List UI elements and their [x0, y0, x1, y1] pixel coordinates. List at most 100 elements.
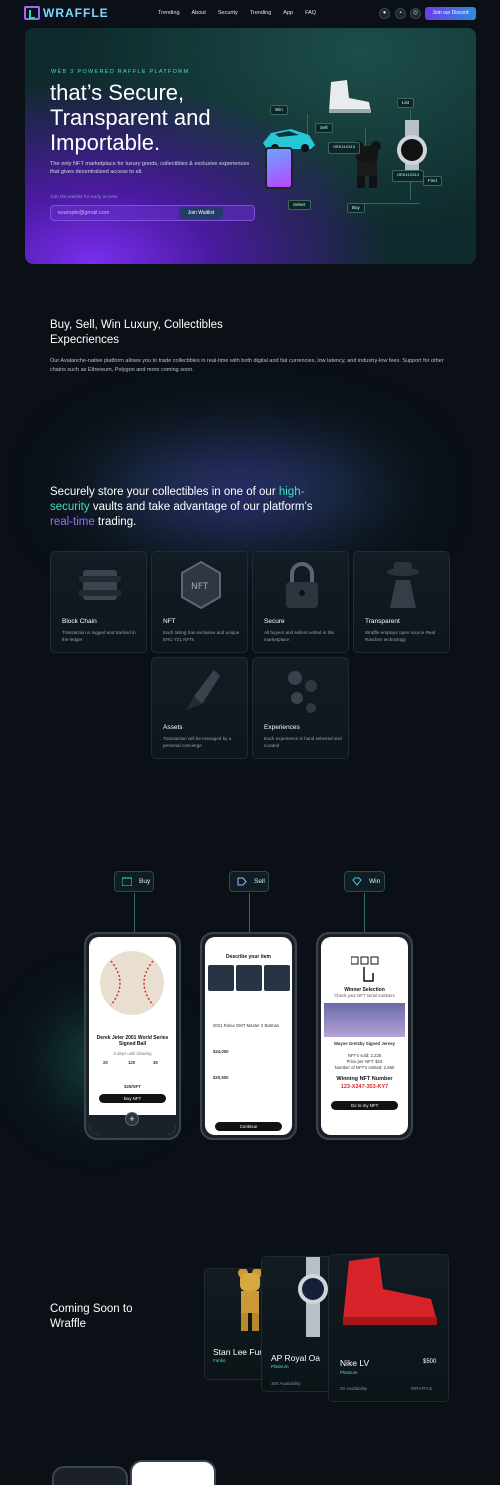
nft-icon: NFT	[181, 560, 221, 610]
add-icon[interactable]: +	[125, 1112, 139, 1126]
waitlist-label: Join the waitlist for early access	[50, 195, 118, 200]
coming-card-nike[interactable]: Nike LV $500 Platinum 20 Availability WR…	[328, 1254, 449, 1402]
nav-link-security[interactable]: Security	[218, 10, 238, 16]
logo-icon	[24, 6, 40, 20]
node-find[interactable]: Find	[423, 176, 442, 186]
price-field[interactable]: $24,000	[213, 1049, 229, 1055]
spy-icon	[387, 562, 419, 608]
feature-card-secure: Secure All buyers and sellers vetted in …	[252, 551, 349, 653]
connector-line	[134, 893, 135, 933]
security-heading-part: our platform’s	[243, 501, 313, 513]
phone-buy-screen: Derek Jeter 2001 World Series Signed Bal…	[89, 937, 176, 1135]
watch-thumb[interactable]	[264, 965, 290, 991]
item-name: 2021 Rolex GMT Master 2 Batman	[213, 1023, 280, 1028]
drawing-countdown: 8 days until drawing	[113, 1051, 152, 1056]
step-sell[interactable]: Sell	[229, 871, 269, 892]
nav-link-trending[interactable]: Trending	[158, 10, 180, 16]
coming-soon-heading: Coming Soon to Wraffle	[50, 1303, 133, 1330]
buy-nft-button[interactable]: Buy NFT	[99, 1094, 166, 1103]
feature-card-experiences: Experiences Each experience is hand sele…	[252, 657, 349, 759]
winning-label: Winning NFT Number	[336, 1076, 393, 1082]
tag-icon	[237, 877, 247, 886]
rocket-icon	[186, 670, 220, 710]
card-desc: Transaction is logged and tracked in the…	[62, 630, 136, 642]
node-list[interactable]: List	[397, 98, 415, 108]
buysell-heading: Buy, Sell, Win Luxury, Collectibles Expe…	[50, 319, 223, 346]
nav-link-app[interactable]: App	[283, 10, 293, 16]
discord-button[interactable]: Join our Discord	[425, 7, 476, 20]
phone-sell: Describe your item 2021 Rolex GMT Master…	[200, 932, 297, 1140]
node-buy-label: Buy	[352, 205, 360, 210]
connector-line	[360, 203, 420, 204]
price-per-nft: $25/NFT	[124, 1084, 141, 1089]
step-win-label: Win	[369, 878, 381, 885]
phone-sell-screen: Describe your item 2021 Rolex GMT Master…	[205, 937, 292, 1135]
feature-card-nft: NFT NFT Each listing has exclusive and u…	[151, 551, 248, 653]
nav-link-about[interactable]: About	[192, 10, 206, 16]
instagram-icon[interactable]: ◎	[410, 8, 421, 19]
card-brand: WRAFFLE	[411, 1386, 433, 1391]
nft-code-tag: OEK11X313	[392, 170, 424, 182]
node-sell[interactable]: Sell	[315, 123, 333, 133]
phone-image	[265, 147, 293, 189]
card-desc: Wraffle employs open source Real Random …	[365, 630, 436, 642]
nav-link-faq[interactable]: FAQ	[305, 10, 316, 16]
nft-code-2: OEK11X313	[397, 172, 419, 177]
watch-image	[298, 1257, 328, 1337]
card-desc: All buyers and sellers vetted in the mar…	[264, 630, 334, 642]
price-field[interactable]: $20,500	[213, 1075, 229, 1081]
watch-thumb[interactable]	[236, 965, 262, 991]
node-select[interactable]: Select	[288, 200, 311, 210]
card-title: Assets	[163, 724, 183, 731]
card-desc: Each experience is hand selected and cur…	[264, 736, 342, 748]
stat-value: 120	[128, 1060, 136, 1065]
card-sub: Platinum	[271, 1364, 289, 1369]
card-availability: 20 Availability	[340, 1386, 368, 1391]
coming-card-ap[interactable]: AP Royal Oa Platinum 300 Availability	[261, 1256, 337, 1392]
lock-icon	[286, 562, 318, 608]
security-heading-highlight: real-time	[50, 516, 95, 528]
github-icon[interactable]: ●	[379, 8, 390, 19]
screen-title: Describe your item	[225, 954, 272, 960]
node-buy[interactable]: Buy	[347, 203, 365, 213]
card-name: AP Royal Oa	[271, 1353, 320, 1363]
feature-card-assets: Assets Transaction will be managed by a …	[151, 657, 248, 759]
step-buy[interactable]: Buy	[114, 871, 154, 892]
security-heading: Securely store your collectibles in one …	[50, 485, 320, 530]
linkedin-icon[interactable]: ▪	[395, 8, 406, 19]
hero-description: The only NFT marketplace for luxury good…	[50, 161, 250, 175]
email-field[interactable]: example@gmail.com	[50, 205, 255, 221]
continue-button[interactable]: Continue	[215, 1122, 282, 1131]
nav-link-trending-2[interactable]: Trending	[250, 10, 272, 16]
stat-value: 35	[153, 1060, 158, 1065]
go-to-my-nft-button[interactable]: Go to my NFT	[331, 1101, 398, 1110]
security-heading-part: trading.	[94, 516, 137, 528]
join-waitlist-button[interactable]: Join Waitlist	[179, 207, 223, 219]
nfts-minted: Number of NFT's minted: 2,660	[334, 1065, 395, 1070]
node-win[interactable]: Win	[270, 105, 288, 115]
step-win[interactable]: Win	[344, 871, 385, 892]
nft-code-tag: OEK11X313	[328, 142, 360, 154]
logo[interactable]: WRAFFLE	[24, 5, 109, 21]
card-name: Nike LV	[340, 1358, 370, 1368]
logo-text: WRAFFLE	[43, 6, 109, 20]
phone-preview	[130, 1460, 216, 1485]
arena-image	[324, 1003, 405, 1037]
step-sell-label: Sell	[254, 878, 265, 885]
phone-preview	[52, 1466, 128, 1485]
watch-thumb[interactable]	[208, 965, 234, 991]
winning-nft-number: 123-X247-353-KY7	[340, 1084, 389, 1090]
node-list-label: List	[402, 100, 410, 105]
feature-card-blockchain: Block Chain Transaction is logged and tr…	[50, 551, 147, 653]
page: WRAFFLE Trending About Security Trending…	[0, 0, 500, 1485]
step-buy-label: Buy	[139, 878, 151, 885]
node-select-label: Select	[293, 202, 306, 207]
hero-title: that’s Secure, Transparent and Importabl…	[50, 80, 211, 155]
card-price: $500	[423, 1359, 437, 1365]
item-title: Derek Jeter 2001 World Series Signed Bal…	[96, 1035, 169, 1047]
wallet-icon	[122, 877, 132, 886]
phone-buy: Derek Jeter 2001 World Series Signed Bal…	[84, 932, 181, 1140]
feature-card-transparent: Transparent Wraffle employs open source …	[353, 551, 450, 653]
node-find-label: Find	[428, 178, 437, 183]
screen-subtitle: Check your NFT serial numbers	[334, 993, 395, 998]
